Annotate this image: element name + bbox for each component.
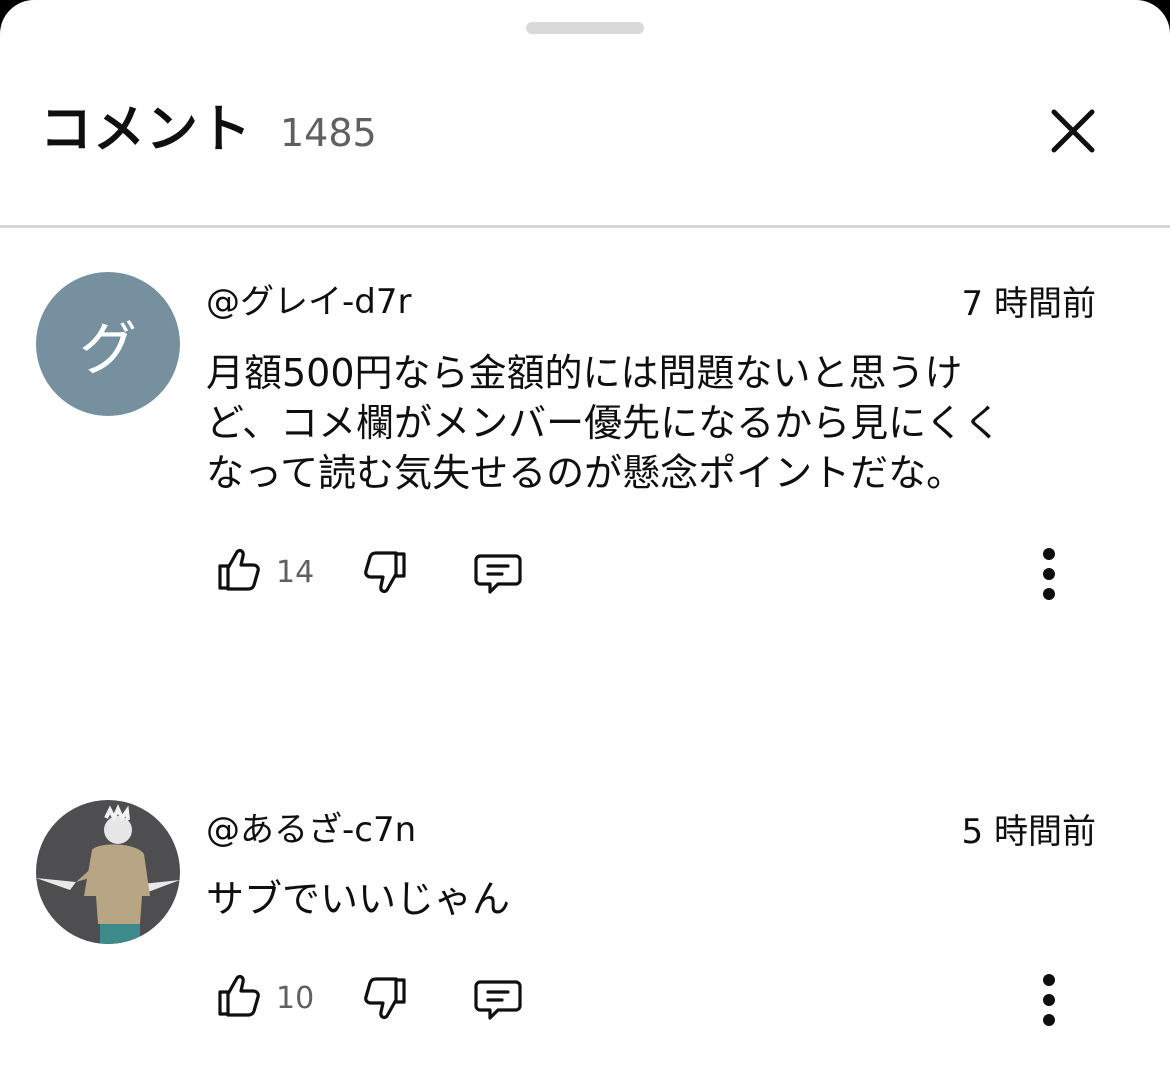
reply-button[interactable] [472, 974, 524, 1028]
close-icon [1051, 109, 1095, 153]
header-divider [0, 225, 1170, 228]
like-count: 14 [276, 555, 315, 590]
comment-time: 5 時間前 [961, 812, 1096, 852]
comment-text: サブでいいじゃん [206, 877, 511, 921]
dislike-button[interactable] [360, 974, 410, 1028]
more-options-button[interactable] [1034, 546, 1064, 606]
like-button[interactable] [214, 970, 264, 1024]
dislike-button[interactable] [360, 548, 410, 602]
comment-count: 1485 [280, 111, 377, 155]
reply-icon [474, 554, 522, 594]
dislike-icon [364, 977, 406, 1019]
like-icon [218, 549, 260, 591]
reply-button[interactable] [472, 548, 524, 602]
comment-text: 月額500円なら金額的には問題ないと思うけ ど、コメ欄がメンバー優先になるから見… [206, 351, 1002, 495]
comment-author[interactable]: @あるざ-c7n [206, 808, 416, 852]
dislike-icon [364, 551, 406, 593]
comment-author[interactable]: @グレイ-d7r [206, 280, 411, 324]
more-options-button[interactable] [1034, 972, 1064, 1032]
page-title: コメント [40, 100, 253, 160]
drag-handle[interactable] [526, 22, 644, 34]
avatar[interactable]: グ [36, 272, 180, 416]
comment-time: 7 時間前 [961, 284, 1096, 324]
like-count: 10 [276, 981, 315, 1016]
like-button[interactable] [214, 544, 264, 598]
comments-sheet: コメント 1485 グ @グレイ-d7r 7 時間前 月額500円なら金額的には… [0, 0, 1170, 1081]
more-vert-icon [1043, 548, 1055, 600]
close-button[interactable] [1040, 98, 1106, 164]
avatar-image [36, 800, 180, 944]
avatar[interactable] [36, 800, 180, 944]
reply-icon [474, 980, 522, 1020]
more-vert-icon [1043, 974, 1055, 1026]
avatar-letter: グ [36, 272, 180, 416]
like-icon [218, 975, 260, 1017]
